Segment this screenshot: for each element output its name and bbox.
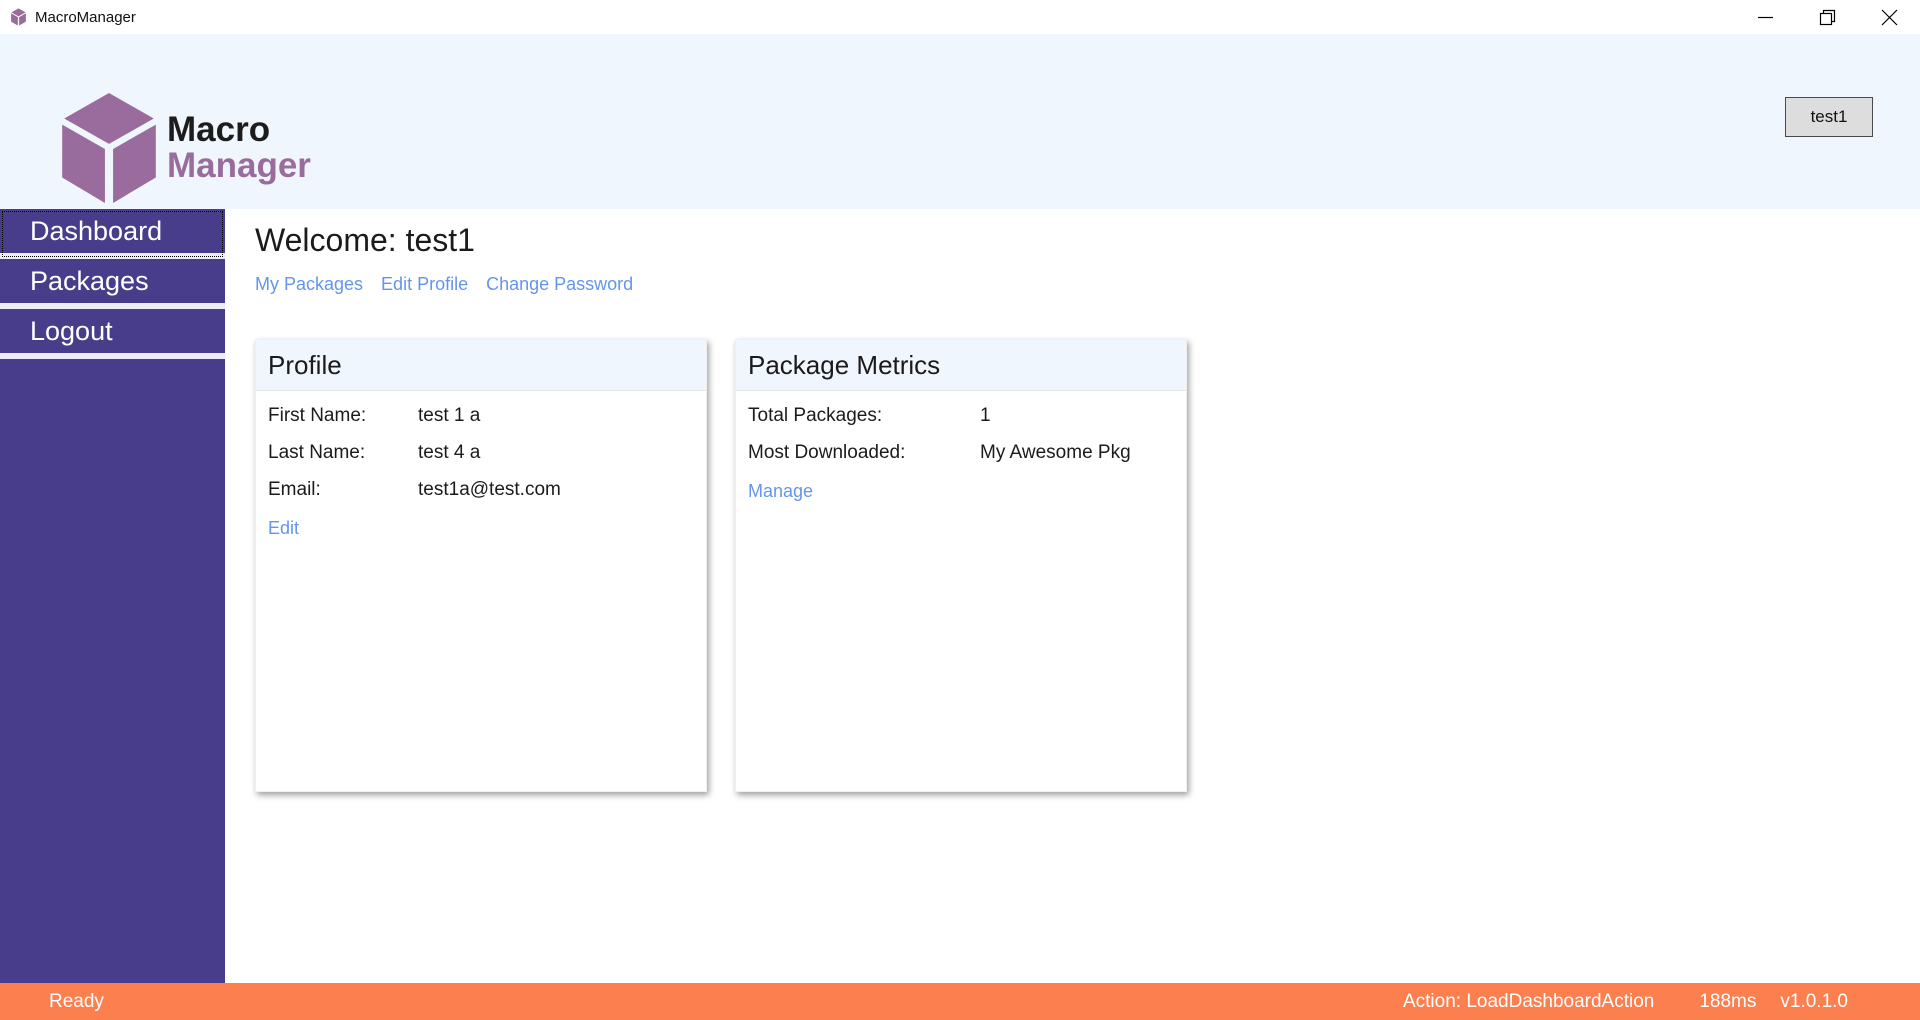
metrics-row-total-packages: Total Packages: 1 [748,405,1174,427]
window-title: MacroManager [35,8,136,26]
window-controls [1734,0,1920,34]
logo-text: Macro Manager [167,109,311,185]
field-label: Last Name: [268,442,366,463]
logo: Macro Manager [55,91,311,205]
sidebar-item-dashboard[interactable]: Dashboard [0,209,225,259]
quick-links: My Packages Edit Profile Change Password [255,274,1920,295]
main-content: Welcome: test1 My Packages Edit Profile … [225,209,1920,983]
app-header: Macro Manager test1 [0,34,1920,209]
status-duration: 188ms [1699,990,1757,1012]
restore-icon [1819,9,1835,25]
package-metrics-card-title: Package Metrics [736,340,1186,391]
sidebar: Dashboard Packages Logout [0,209,225,983]
statusbar: Ready Action: LoadDashboardAction 188ms … [0,983,1920,1020]
status-right-cluster: Action: LoadDashboardAction 188ms v1.0.1… [1403,991,1920,1013]
field-value: My Awesome Pkg [980,442,1131,463]
close-icon [1881,9,1897,25]
field-value: test 4 a [418,442,481,463]
cards-row: Profile First Name: test 1 a Last Name: … [255,339,1920,792]
field-value: 1 [980,405,991,426]
minimize-button[interactable] [1734,0,1796,34]
manage-link[interactable]: Manage [748,481,813,502]
sidebar-item-packages[interactable]: Packages [0,259,225,309]
package-metrics-card-body: Total Packages: 1 Most Downloaded: My Aw… [736,391,1186,516]
logo-text-macro: Macro [167,109,271,149]
profile-row-email: Email: test1a@test.com [268,479,694,501]
logo-text-manager: Manager [167,146,311,185]
edit-profile-link[interactable]: Edit Profile [381,274,468,295]
my-packages-link[interactable]: My Packages [255,274,363,295]
profile-card-title: Profile [256,340,706,391]
app-window: MacroManager Macro Manager test1 Dashboa… [0,0,1920,1020]
status-action: Action: LoadDashboardAction [1402,990,1655,1012]
status-version: v1.0.1.0 [1780,990,1848,1012]
edit-link[interactable]: Edit [268,518,299,539]
profile-card: Profile First Name: test 1 a Last Name: … [255,339,707,792]
logo-cube-icon [62,93,156,203]
metrics-row-most-downloaded: Most Downloaded: My Awesome Pkg [748,442,1174,464]
titlebar: MacroManager [0,0,1920,34]
field-value: test 1 a [418,405,481,426]
sidebar-item-logout[interactable]: Logout [0,309,225,359]
app-cube-icon [11,8,26,26]
welcome-heading: Welcome: test1 [255,222,475,258]
profile-row-last-name: Last Name: test 4 a [268,442,694,464]
close-button[interactable] [1858,0,1920,34]
field-label: Most Downloaded: [748,442,906,463]
profile-card-body: First Name: test 1 a Last Name: test 4 a… [256,391,706,553]
field-value: test1a@test.com [418,479,561,500]
minimize-icon [1757,16,1773,18]
restore-button[interactable] [1796,0,1858,34]
field-label: Email: [268,479,321,500]
field-label: First Name: [268,405,367,426]
user-button[interactable]: test1 [1785,97,1873,137]
profile-row-first-name: First Name: test 1 a [268,405,694,427]
status-ready: Ready [49,990,104,1012]
change-password-link[interactable]: Change Password [486,274,633,295]
package-metrics-card: Package Metrics Total Packages: 1 Most D… [735,339,1187,792]
field-label: Total Packages: [748,405,883,426]
